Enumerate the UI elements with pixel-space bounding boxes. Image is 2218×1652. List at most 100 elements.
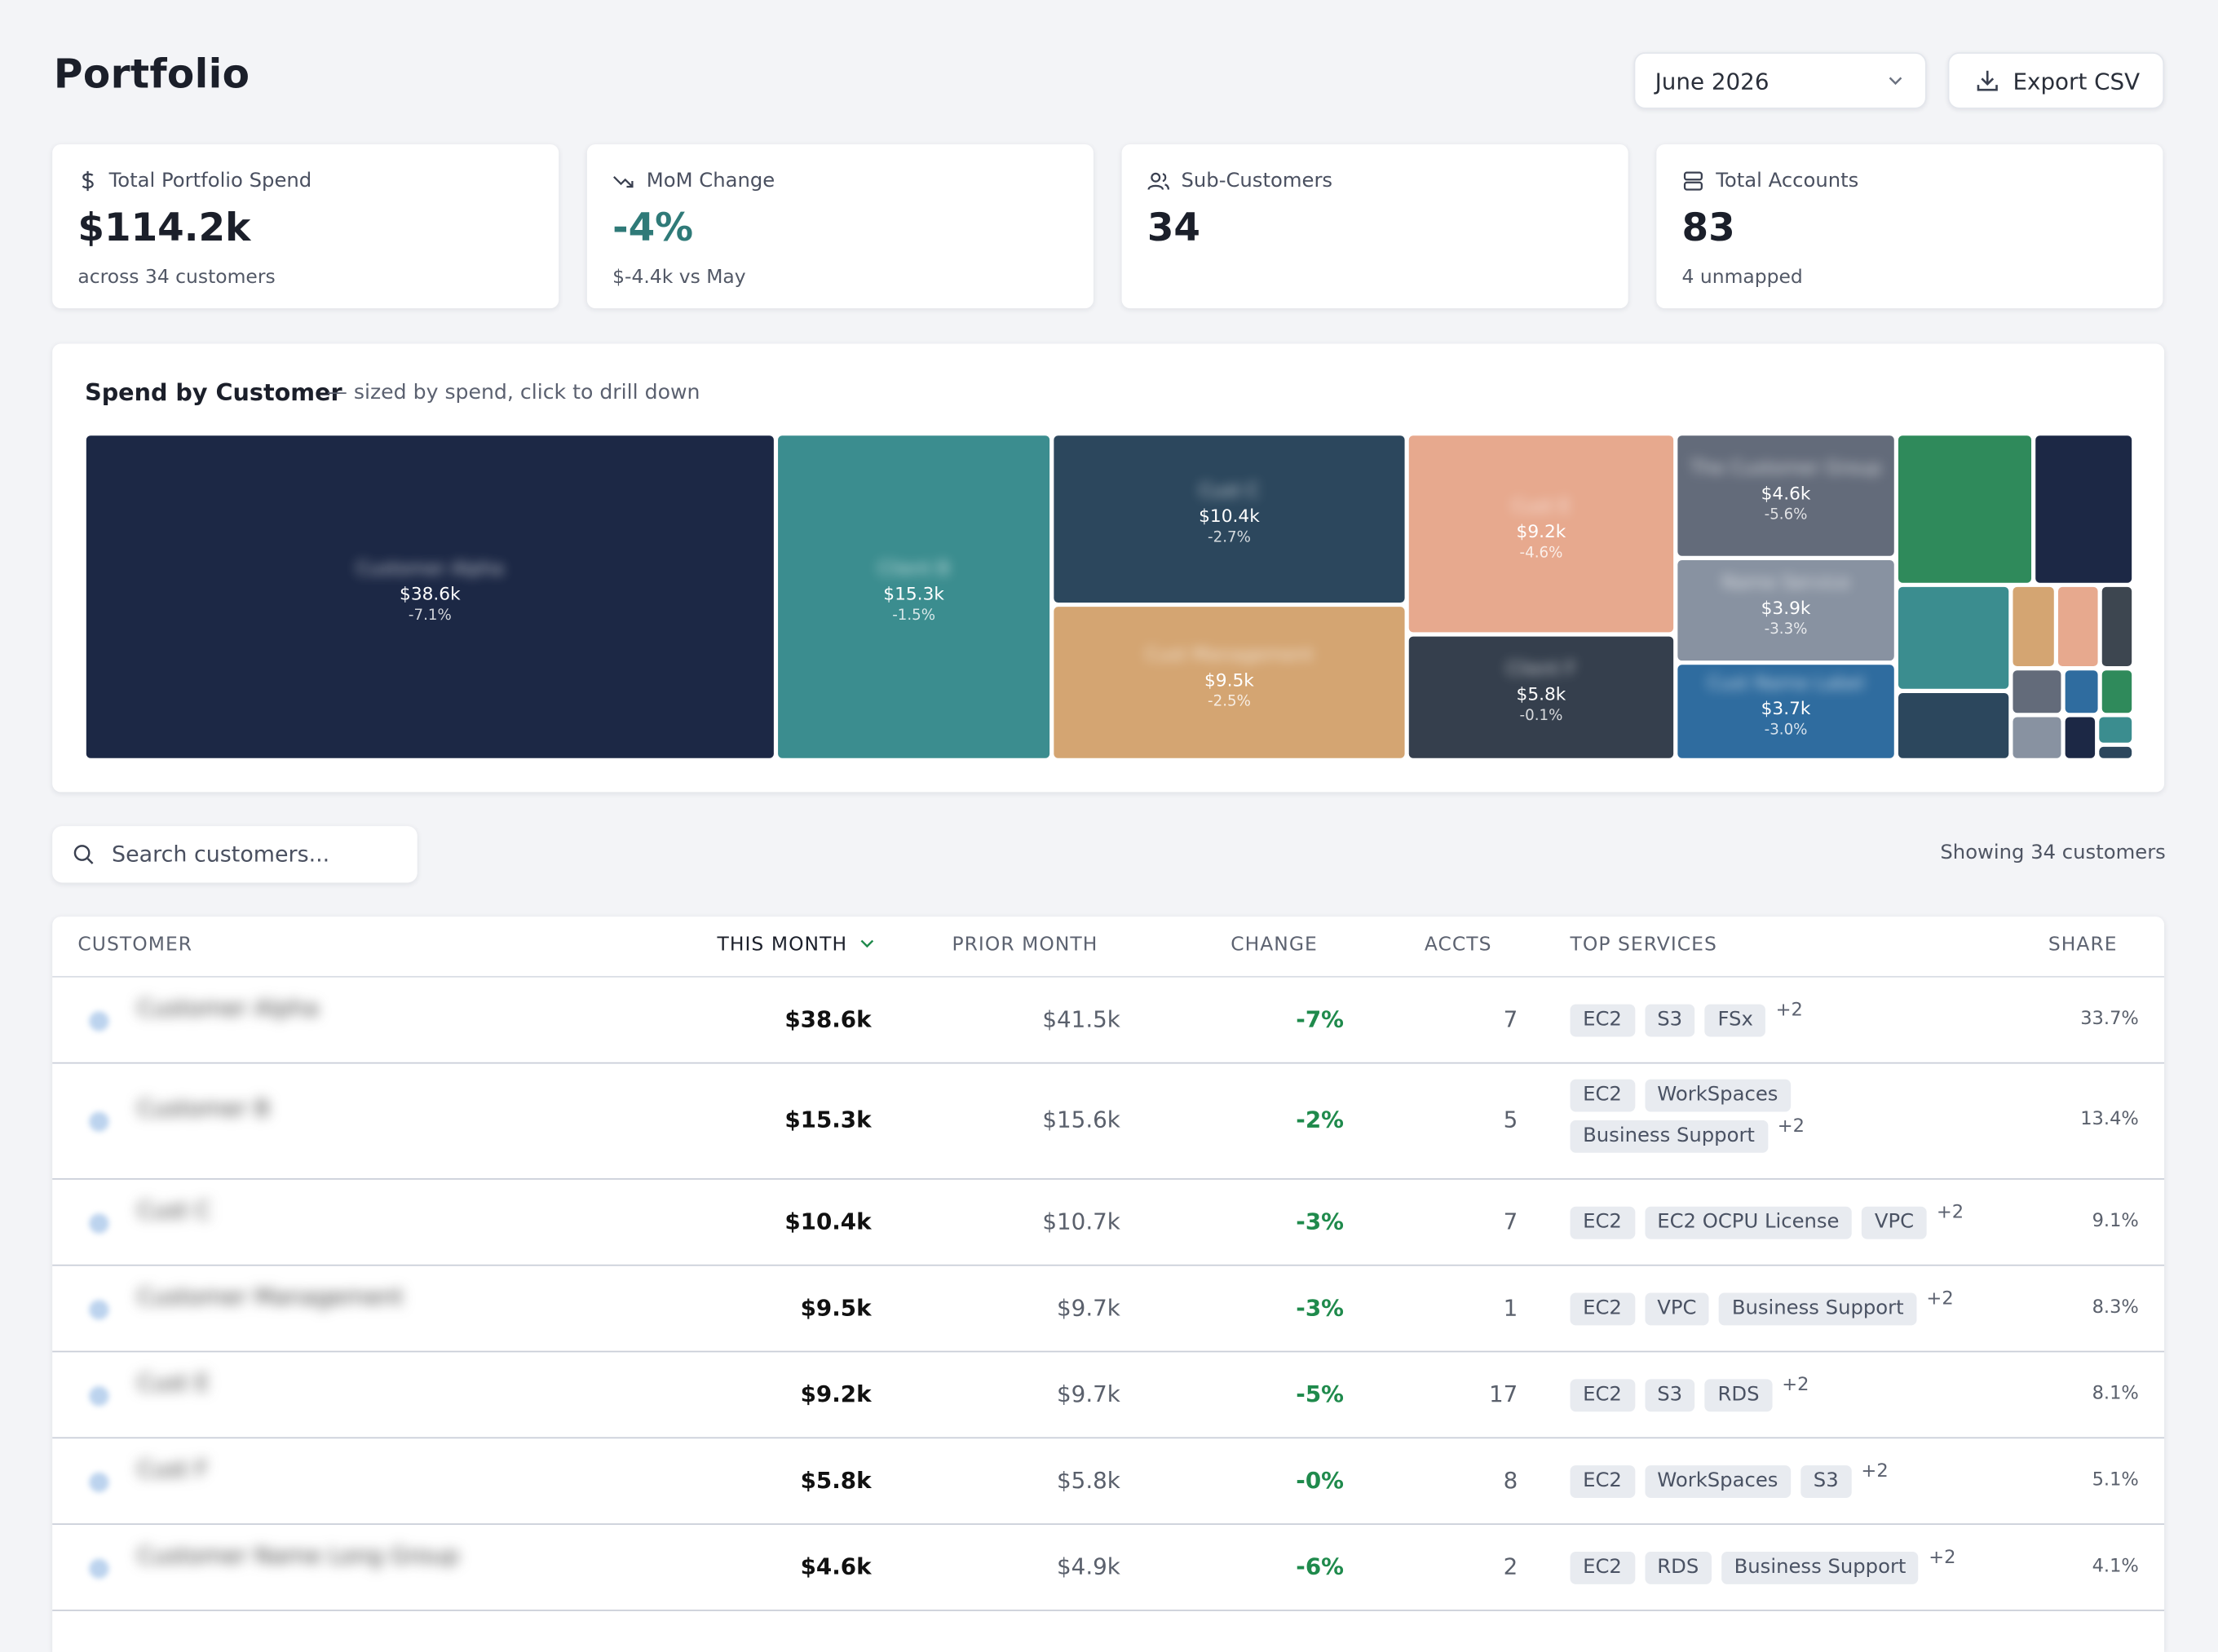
server-icon xyxy=(1683,171,1703,191)
treemap-tile-small[interactable] xyxy=(2099,746,2132,758)
treemap-tile-small[interactable] xyxy=(2101,586,2132,667)
top-services: EC2 S3 FSx +2 xyxy=(1570,1000,1995,1037)
treemap: Customer Alpha $38.6k -7.1% Client B $15… xyxy=(86,435,2132,758)
card-sub: across 34 customers xyxy=(77,266,276,289)
treemap-tile-small[interactable] xyxy=(1898,693,2009,758)
customer-name-redacted[interactable]: Cust C xyxy=(137,1197,211,1224)
treemap-tile[interactable]: The Customer Group $4.6k -5.6% xyxy=(1677,435,1894,556)
table-row[interactable]: Cust E $9.2k $9.7k -5% 17 EC2 S3 RDS +2 8.1… xyxy=(52,1351,2165,1439)
treemap-tile[interactable]: Customer Alpha $38.6k -7.1% xyxy=(86,435,774,758)
treemap-tile-name-redacted: Cust Name Label xyxy=(1707,673,1865,695)
download-icon xyxy=(1977,70,1998,91)
col-this-month[interactable]: THIS MONTH xyxy=(717,934,875,956)
treemap-tile-change: -3.3% xyxy=(1764,620,1808,638)
accts-value: 7 xyxy=(1503,1208,1518,1235)
export-csv-button[interactable]: Export CSV xyxy=(1947,52,2165,109)
treemap-tile-small[interactable] xyxy=(2065,670,2098,713)
this-month-value: $38.6k xyxy=(784,1005,872,1033)
treemap-tile-name-redacted: Customer Alpha xyxy=(356,559,504,581)
search-box[interactable] xyxy=(52,826,418,883)
prior-month-value: $5.8k xyxy=(1057,1466,1120,1494)
treemap-tile-small[interactable] xyxy=(2035,435,2132,583)
treemap-tile-small[interactable] xyxy=(2101,670,2132,713)
customer-name-redacted[interactable]: Customer Alpha xyxy=(137,994,319,1021)
accts-value: 5 xyxy=(1503,1106,1518,1133)
page-title: Portfolio xyxy=(53,51,250,98)
treemap-tile-change: -4.6% xyxy=(1519,543,1563,561)
card-value: 34 xyxy=(1147,206,1201,251)
prior-month-value: $4.9k xyxy=(1057,1553,1120,1580)
customer-name-redacted[interactable]: Customer Management xyxy=(137,1283,403,1310)
more-services-count: +2 xyxy=(1775,1000,1803,1022)
col-customer[interactable]: CUSTOMER xyxy=(77,934,192,956)
card-total-spend: Total Portfolio Spend $114.2k across 34 … xyxy=(52,144,559,309)
treemap-tile[interactable]: Name Service $3.9k -3.3% xyxy=(1677,559,1894,661)
col-prior-month[interactable]: PRIOR MONTH xyxy=(952,934,1098,956)
treemap-hint: — sized by spend, click to drill down xyxy=(326,382,700,405)
treemap-tile-small[interactable] xyxy=(1898,435,2032,583)
customer-name-redacted[interactable]: Cust E xyxy=(137,1369,210,1396)
treemap-tile[interactable]: Cust C $10.4k -2.7% xyxy=(1054,435,1405,603)
search-input[interactable] xyxy=(108,840,398,869)
service-chip: S3 xyxy=(1800,1465,1852,1499)
table-row[interactable]: Customer Name Long Group $4.6k $4.9k -6%… xyxy=(52,1523,2165,1611)
service-chip: EC2 xyxy=(1570,1004,1635,1037)
service-chip: RDS xyxy=(1704,1379,1773,1412)
treemap-tile[interactable]: Client B $15.3k -1.5% xyxy=(778,435,1050,758)
card-sub: 4 unmapped xyxy=(1681,266,1803,289)
col-accts[interactable]: ACCTS xyxy=(1425,934,1492,956)
service-chip: Business Support xyxy=(1721,1551,1920,1584)
card-label: Sub-Customers xyxy=(1181,170,1333,192)
chevron-down-icon xyxy=(1889,77,1902,86)
treemap-tile[interactable]: Cust Name Label $3.7k -3.0% xyxy=(1677,665,1894,758)
service-chip: S3 xyxy=(1644,1004,1695,1037)
treemap-tile[interactable]: Client F $5.8k -0.1% xyxy=(1408,636,1674,758)
treemap-tile-name-redacted: Cust E xyxy=(1511,496,1571,518)
share-value: 5.1% xyxy=(2092,1469,2139,1491)
service-chip: WorkSpaces xyxy=(1644,1079,1792,1112)
prior-month-value: $9.7k xyxy=(1057,1380,1120,1408)
treemap-tile-value: $9.5k xyxy=(1204,668,1254,690)
treemap-tile-small[interactable] xyxy=(2013,586,2054,667)
treemap-tile-name-redacted: Client F xyxy=(1506,659,1576,681)
avatar xyxy=(89,1300,109,1320)
table-row[interactable]: Customer Management $9.5k $9.7k -3% 1 EC… xyxy=(52,1265,2165,1353)
treemap-tile-name-redacted: The Customer Group xyxy=(1690,457,1882,479)
table-row[interactable]: Customer B $15.3k $15.6k -2% 5 EC2 WorkSp… xyxy=(52,1062,2165,1180)
treemap-tile-small[interactable] xyxy=(2057,586,2098,667)
export-csv-label: Export CSV xyxy=(2013,67,2141,95)
table-row[interactable]: Customer Alpha $38.6k $41.5k -7% 7 EC2 S3… xyxy=(52,978,2165,1064)
customer-name-redacted[interactable]: Customer Name Long Group xyxy=(137,1542,459,1569)
treemap-tile-value: $5.8k xyxy=(1516,682,1566,705)
treemap-tile-change: -2.7% xyxy=(1208,528,1251,546)
treemap-tile-small[interactable] xyxy=(1898,586,2009,689)
treemap-tile-small[interactable] xyxy=(2065,717,2096,758)
top-services: EC2 RDS Business Support +2 xyxy=(1570,1548,1995,1584)
month-select[interactable]: June 2026 xyxy=(1633,52,1927,109)
treemap-tile[interactable]: Cust Management $9.5k -2.5% xyxy=(1054,607,1405,758)
treemap-tile-small[interactable] xyxy=(2099,717,2132,743)
service-chip: EC2 xyxy=(1570,1465,1635,1499)
customer-name-redacted[interactable]: Customer B xyxy=(137,1095,270,1122)
change-value: -6% xyxy=(1296,1553,1344,1580)
service-chip: EC2 xyxy=(1570,1079,1635,1112)
change-value: -3% xyxy=(1296,1294,1344,1322)
service-chip: VPC xyxy=(1644,1292,1710,1326)
this-month-value: $4.6k xyxy=(800,1553,872,1580)
card-value: 83 xyxy=(1681,206,1735,251)
treemap-tile-small[interactable] xyxy=(2013,670,2061,713)
table-row[interactable]: Cust F $5.8k $5.8k -0% 8 EC2 WorkSpaces S3… xyxy=(52,1437,2165,1526)
share-value: 8.1% xyxy=(2092,1383,2139,1405)
treemap-tile-value: $3.9k xyxy=(1761,596,1811,618)
trend-down-icon xyxy=(613,176,634,188)
customer-name-redacted[interactable]: Cust F xyxy=(137,1455,208,1482)
col-share[interactable]: SHARE xyxy=(2048,934,2118,956)
prior-month-value: $9.7k xyxy=(1057,1294,1120,1322)
treemap-tile-small[interactable] xyxy=(2013,717,2061,758)
service-chip: WorkSpaces xyxy=(1644,1465,1792,1499)
col-top-services: TOP SERVICES xyxy=(1570,933,1717,956)
more-services-count: +2 xyxy=(1861,1460,1889,1482)
col-change[interactable]: CHANGE xyxy=(1231,934,1318,956)
table-row[interactable]: Cust C $10.4k $10.7k -3% 7 EC2 EC2 OCPU L… xyxy=(52,1178,2165,1266)
treemap-tile[interactable]: Cust E $9.2k -4.6% xyxy=(1408,435,1674,633)
